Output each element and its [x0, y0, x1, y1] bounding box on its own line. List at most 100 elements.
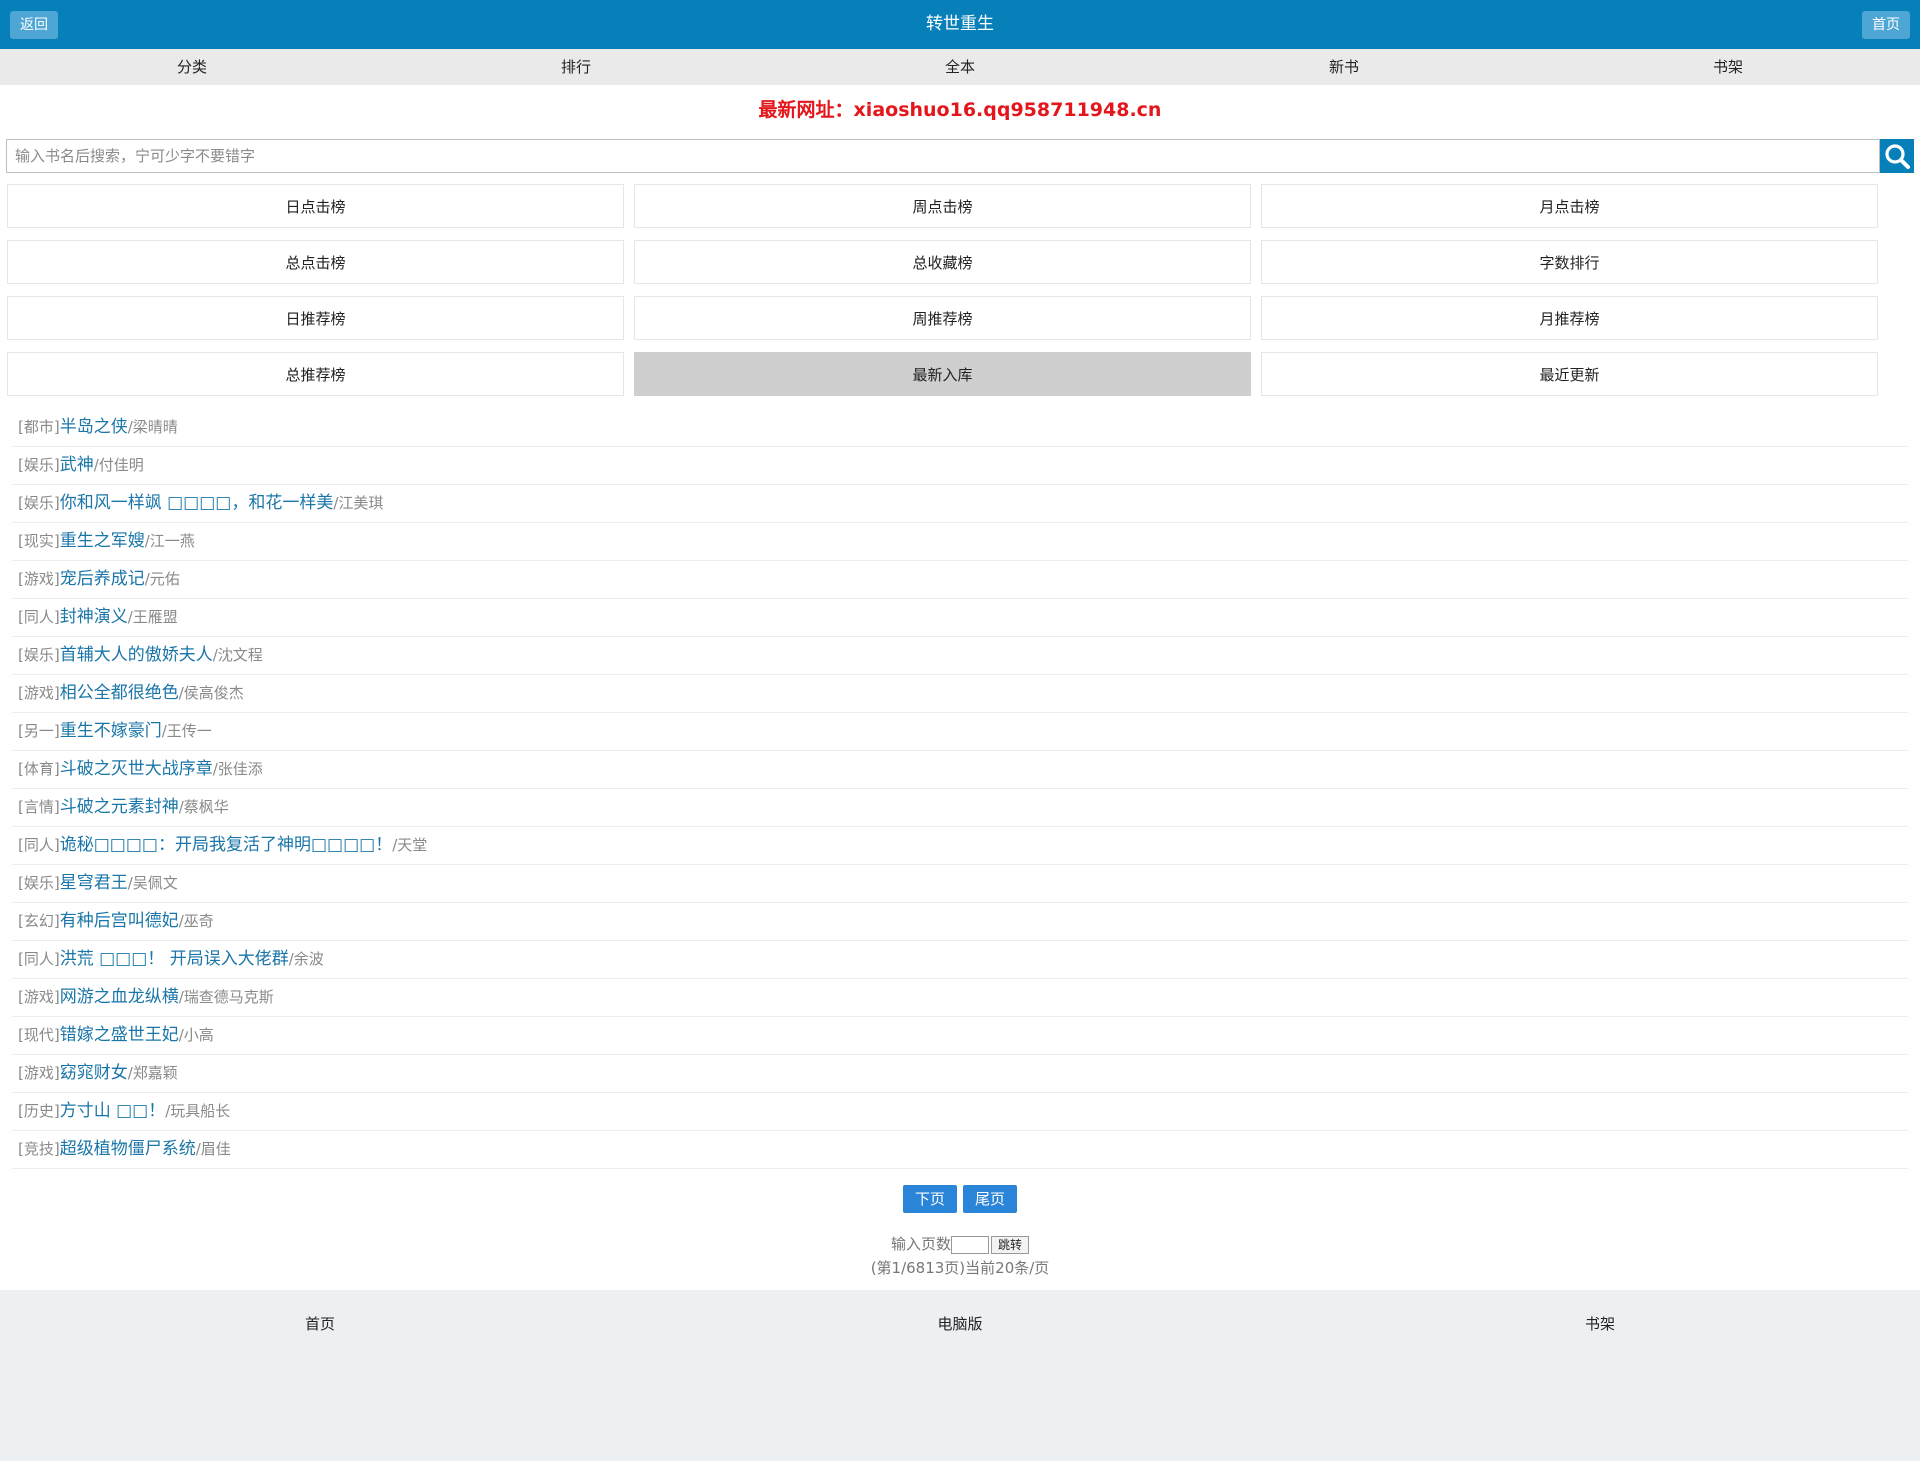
latest-url-notice: 最新网址：xiaoshuo16.qq958711948.cn: [758, 99, 1162, 121]
book-category: [玄幻]: [18, 912, 60, 930]
page-info: (第1/6813页)当前20条/页: [870, 1259, 1050, 1277]
book-title-link[interactable]: 超级植物僵尸系统: [60, 1139, 196, 1159]
pager: 下页 尾页: [0, 1185, 1920, 1213]
list-item: [现代]错嫁之盛世王妃/小高: [12, 1017, 1908, 1055]
jump-label: 输入页数: [890, 1235, 951, 1253]
book-title-link[interactable]: 武神: [60, 455, 94, 475]
book-title-link[interactable]: 有种后宫叫德妃: [60, 911, 179, 931]
book-title-link[interactable]: 洪荒 □□□！ 开局误入大佬群: [60, 949, 289, 969]
search-button[interactable]: [1880, 139, 1914, 173]
list-item: [现实]重生之军嫂/江一燕: [12, 523, 1908, 561]
book-author: /侯高俊杰: [178, 684, 244, 702]
last-page-button[interactable]: 尾页: [963, 1185, 1018, 1213]
book-author: /江美琪: [333, 494, 384, 512]
book-title-link[interactable]: 封神演义: [60, 607, 128, 627]
book-title-link[interactable]: 窈窕财女: [60, 1063, 128, 1083]
book-author: /付佳明: [93, 456, 144, 474]
search-input[interactable]: [6, 139, 1880, 173]
book-category: [游戏]: [18, 684, 60, 702]
jump-button[interactable]: 跳转: [991, 1235, 1030, 1254]
nav-item-new-books[interactable]: 新书: [1152, 49, 1536, 85]
main-nav: 分类 排行 全本 新书 书架: [0, 49, 1920, 85]
book-category: [另一]: [18, 722, 60, 740]
book-title-link[interactable]: 方寸山 □□！: [60, 1101, 166, 1121]
footer-link-bookshelf[interactable]: 书架: [1280, 1312, 1920, 1336]
book-title-link[interactable]: 首辅大人的傲娇夫人: [60, 645, 213, 665]
book-author: /沈文程: [212, 646, 263, 664]
book-title-link[interactable]: 重生之军嫂: [60, 531, 145, 551]
rank-word-count[interactable]: 字数排行: [1261, 240, 1878, 284]
rank-daily-recommend[interactable]: 日推荐榜: [7, 296, 624, 340]
rank-monthly-recommend[interactable]: 月推荐榜: [1261, 296, 1878, 340]
book-category: [现代]: [18, 1026, 60, 1044]
book-author: /玩具船长: [165, 1102, 231, 1120]
book-category: [竞技]: [18, 1140, 60, 1158]
rank-total-clicks[interactable]: 总点击榜: [7, 240, 624, 284]
book-author: /梁晴晴: [127, 418, 178, 436]
book-title-link[interactable]: 你和风一样飒 □□□□，和花一样美: [60, 493, 334, 513]
nav-item-category[interactable]: 分类: [0, 49, 384, 85]
book-list: [都市]半岛之侠/梁晴晴 [娱乐]武神/付佳明 [娱乐]你和风一样飒 □□□□，…: [12, 409, 1908, 1169]
search-icon: [1885, 144, 1910, 169]
search-bar: [6, 139, 1914, 173]
list-item: [游戏]窈窕财女/郑嘉颖: [12, 1055, 1908, 1093]
page-title: 转世重生: [926, 14, 994, 34]
book-title-link[interactable]: 宠后养成记: [60, 569, 145, 589]
list-item: [同人]诡秘□□□□：开局我复活了神明□□□□！/天堂: [12, 827, 1908, 865]
list-item: [玄幻]有种后宫叫德妃/巫奇: [12, 903, 1908, 941]
book-title-link[interactable]: 相公全都很绝色: [60, 683, 179, 703]
book-title-link[interactable]: 半岛之侠: [60, 417, 128, 437]
rank-daily-clicks[interactable]: 日点击榜: [7, 184, 624, 228]
top-header: 返回 转世重生 首页: [0, 0, 1920, 49]
footer: 首页 电脑版 书架: [0, 1290, 1920, 1461]
book-category: [现实]: [18, 532, 60, 550]
book-author: /眉佳: [195, 1140, 231, 1158]
list-item: [另一]重生不嫁豪门/王传一: [12, 713, 1908, 751]
rank-newest-added[interactable]: 最新入库: [634, 352, 1251, 396]
home-button[interactable]: 首页: [1862, 11, 1910, 39]
rank-total-recommend[interactable]: 总推荐榜: [7, 352, 624, 396]
book-category: [都市]: [18, 418, 60, 436]
list-item: [都市]半岛之侠/梁晴晴: [12, 409, 1908, 447]
list-item: [同人]洪荒 □□□！ 开局误入大佬群/余波: [12, 941, 1908, 979]
book-title-link[interactable]: 斗破之元素封神: [60, 797, 179, 817]
rank-weekly-clicks[interactable]: 周点击榜: [634, 184, 1251, 228]
nav-item-complete[interactable]: 全本: [768, 49, 1152, 85]
page-jump: 输入页数 跳转: [0, 1232, 1920, 1256]
rank-monthly-clicks[interactable]: 月点击榜: [1261, 184, 1878, 228]
page-number-input[interactable]: [951, 1235, 989, 1254]
book-title-link[interactable]: 重生不嫁豪门: [60, 721, 162, 741]
next-page-button[interactable]: 下页: [902, 1185, 957, 1213]
book-category: [同人]: [18, 950, 60, 968]
footer-link-home[interactable]: 首页: [0, 1312, 640, 1336]
nav-item-bookshelf[interactable]: 书架: [1536, 49, 1920, 85]
book-author: /吴佩文: [127, 874, 178, 892]
book-author: /江一燕: [144, 532, 195, 550]
book-category: [娱乐]: [18, 874, 60, 892]
book-title-link[interactable]: 斗破之灭世大战序章: [60, 759, 213, 779]
list-item: [游戏]宠后养成记/元佑: [12, 561, 1908, 599]
book-title-link[interactable]: 星穹君王: [60, 873, 128, 893]
book-author: /郑嘉颖: [127, 1064, 178, 1082]
list-item: [言情]斗破之元素封神/蔡枫华: [12, 789, 1908, 827]
rank-weekly-recommend[interactable]: 周推荐榜: [634, 296, 1251, 340]
book-author: /巫奇: [178, 912, 214, 930]
nav-item-ranking[interactable]: 排行: [384, 49, 768, 85]
book-title-link[interactable]: 错嫁之盛世王妃: [60, 1025, 179, 1045]
book-author: /小高: [178, 1026, 214, 1044]
rank-recently-updated[interactable]: 最近更新: [1261, 352, 1878, 396]
list-item: [娱乐]你和风一样飒 □□□□，和花一样美/江美琪: [12, 485, 1908, 523]
book-category: [游戏]: [18, 988, 60, 1006]
book-author: /余波: [288, 950, 324, 968]
book-category: [娱乐]: [18, 646, 60, 664]
list-item: [体育]斗破之灭世大战序章/张佳添: [12, 751, 1908, 789]
book-author: /瑞查德马克斯: [178, 988, 274, 1006]
book-title-link[interactable]: 网游之血龙纵横: [60, 987, 179, 1007]
footer-link-desktop[interactable]: 电脑版: [640, 1312, 1280, 1336]
book-author: /元佑: [144, 570, 180, 588]
book-category: [言情]: [18, 798, 60, 816]
book-author: /王传一: [161, 722, 212, 740]
rank-total-favorites[interactable]: 总收藏榜: [634, 240, 1251, 284]
list-item: [竞技]超级植物僵尸系统/眉佳: [12, 1131, 1908, 1169]
book-title-link[interactable]: 诡秘□□□□：开局我复活了神明□□□□！: [60, 835, 393, 855]
